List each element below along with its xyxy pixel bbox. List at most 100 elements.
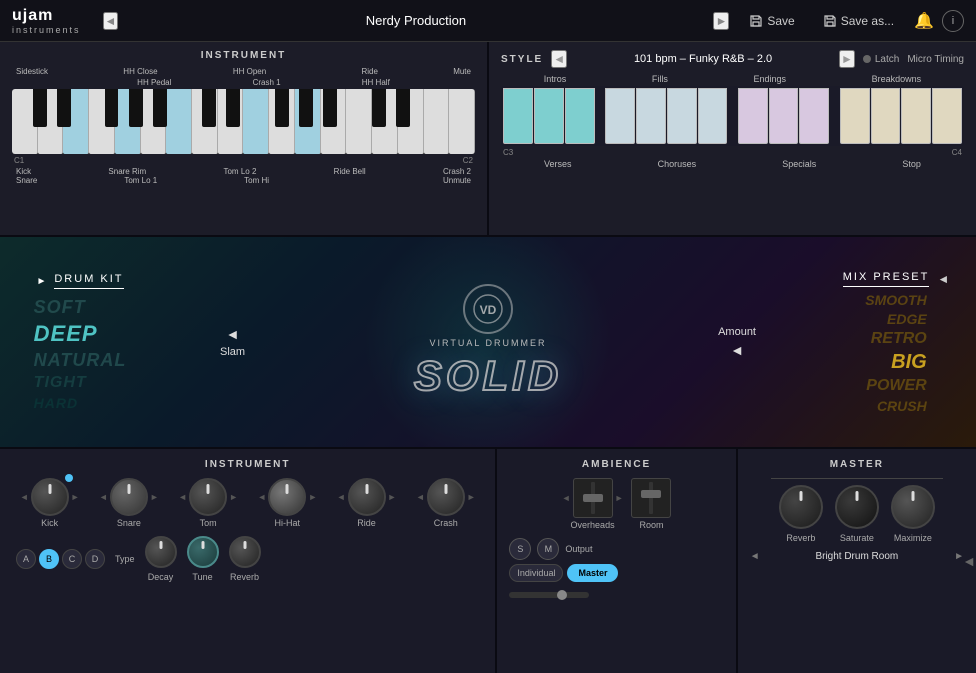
- save-button[interactable]: Save: [741, 10, 802, 32]
- tom-arrow-right[interactable]: ►: [229, 492, 238, 502]
- master-mode-button[interactable]: Master: [567, 564, 618, 582]
- inst-key-18[interactable]: [449, 89, 475, 154]
- master-reverb-knob[interactable]: [779, 485, 823, 529]
- inst-key-5[interactable]: [115, 89, 141, 154]
- info-icon[interactable]: i: [942, 10, 964, 32]
- style-key-4[interactable]: [605, 88, 635, 144]
- inst-key-3[interactable]: [63, 89, 89, 154]
- style-key-11[interactable]: [840, 88, 870, 144]
- amount-control[interactable]: Amount ◄: [718, 326, 756, 358]
- inst-key-7[interactable]: [166, 89, 192, 154]
- decay-knob[interactable]: [145, 536, 177, 568]
- kit-option-tight[interactable]: TIGHT: [34, 374, 87, 392]
- style-key-2[interactable]: [534, 88, 564, 144]
- inst-key-16[interactable]: [398, 89, 424, 154]
- ride-arrow-left[interactable]: ◄: [337, 492, 346, 502]
- snare-arrow-left[interactable]: ◄: [99, 492, 108, 502]
- crash-arrow-left[interactable]: ◄: [416, 492, 425, 502]
- inst-key-6[interactable]: [141, 89, 167, 154]
- hihat-knob[interactable]: [268, 478, 306, 516]
- reverb-preset-prev[interactable]: ◄: [750, 551, 760, 562]
- tom-knob[interactable]: [189, 478, 227, 516]
- style-next-button[interactable]: ►: [839, 50, 855, 68]
- hihat-arrow-right[interactable]: ►: [308, 492, 317, 502]
- inst-key-2[interactable]: [38, 89, 64, 154]
- mix-preset-section: MIX PRESET ◄ SMOOTH EDGE RETRO BIG POWER…: [836, 271, 956, 414]
- style-key-9[interactable]: [769, 88, 799, 144]
- style-prev-button[interactable]: ◄: [551, 50, 567, 68]
- inst-key-13[interactable]: [321, 89, 347, 154]
- save-as-button[interactable]: Save as...: [815, 10, 902, 32]
- kit-option-natural[interactable]: NATURAL: [34, 350, 127, 371]
- kick-knob[interactable]: [31, 478, 69, 516]
- mix-smooth[interactable]: SMOOTH: [865, 292, 926, 308]
- crash-knob[interactable]: [427, 478, 465, 516]
- output-fader-thumb[interactable]: [557, 590, 567, 600]
- inst-key-14[interactable]: [346, 89, 372, 154]
- master-saturate-knob[interactable]: [835, 485, 879, 529]
- style-key-3[interactable]: [565, 88, 595, 144]
- tune-knob[interactable]: [187, 536, 219, 568]
- inst-key-10[interactable]: [243, 89, 269, 154]
- style-key-12[interactable]: [871, 88, 901, 144]
- logo-instruments: instruments: [12, 25, 81, 35]
- style-key-8[interactable]: [738, 88, 768, 144]
- style-key-10[interactable]: [799, 88, 829, 144]
- ride-arrow-right[interactable]: ►: [388, 492, 397, 502]
- inst-key-9[interactable]: [218, 89, 244, 154]
- crash-arrow-right[interactable]: ►: [467, 492, 476, 502]
- latch-control[interactable]: Latch: [863, 54, 899, 65]
- mix-crush[interactable]: CRUSH: [877, 398, 927, 414]
- nav-next-button[interactable]: ►: [713, 12, 729, 30]
- inst-key-17[interactable]: [424, 89, 450, 154]
- style-key-7[interactable]: [698, 88, 728, 144]
- tom-arrow-left[interactable]: ◄: [178, 492, 187, 502]
- snare-label-bottom: Snare: [117, 518, 141, 528]
- style-key-5[interactable]: [636, 88, 666, 144]
- s-button[interactable]: S: [509, 538, 531, 560]
- inst-key-12[interactable]: [295, 89, 321, 154]
- inst-key-4[interactable]: [89, 89, 115, 154]
- style-key-13[interactable]: [901, 88, 931, 144]
- a-button[interactable]: A: [16, 549, 36, 569]
- inst-key-1[interactable]: [12, 89, 38, 154]
- nav-prev-button[interactable]: ◄: [103, 12, 119, 30]
- mix-edge[interactable]: EDGE: [887, 311, 927, 327]
- snare-arrow-right[interactable]: ►: [150, 492, 159, 502]
- output-fader[interactable]: [509, 592, 589, 598]
- style-keyboard[interactable]: [501, 86, 964, 146]
- style-key-1[interactable]: [503, 88, 533, 144]
- kick-arrow-left[interactable]: ◄: [20, 492, 29, 502]
- mix-big[interactable]: BIG: [891, 351, 927, 374]
- kit-option-deep[interactable]: DEEP: [34, 321, 98, 347]
- hihat-arrow-left[interactable]: ◄: [257, 492, 266, 502]
- snare-knob[interactable]: [110, 478, 148, 516]
- inst-key-8[interactable]: [192, 89, 218, 154]
- overheads-arrow-right[interactable]: ►: [615, 493, 624, 503]
- individual-button[interactable]: Individual: [509, 564, 563, 582]
- slam-control[interactable]: ◄ Slam: [220, 326, 245, 358]
- inst-key-15[interactable]: [372, 89, 398, 154]
- ride-knob[interactable]: [348, 478, 386, 516]
- kick-arrow-right[interactable]: ►: [71, 492, 80, 502]
- ride-label: Ride: [361, 67, 377, 76]
- reverb-knob-b[interactable]: [229, 536, 261, 568]
- overheads-arrow-left[interactable]: ◄: [562, 493, 571, 503]
- inst-key-11[interactable]: [269, 89, 295, 154]
- mix-power[interactable]: POWER: [866, 377, 926, 395]
- master-maximize-knob[interactable]: [891, 485, 935, 529]
- m-button[interactable]: M: [537, 538, 559, 560]
- b-button[interactable]: B: [39, 549, 59, 569]
- d-button[interactable]: D: [85, 549, 105, 569]
- mix-retro[interactable]: RETRO: [871, 330, 927, 348]
- c-button[interactable]: C: [62, 549, 82, 569]
- style-key-14[interactable]: [932, 88, 962, 144]
- style-key-6[interactable]: [667, 88, 697, 144]
- mix-preset-arrow[interactable]: ◄: [937, 272, 949, 286]
- kit-option-soft[interactable]: SOFT: [34, 297, 86, 318]
- notification-icon[interactable]: 🔔: [914, 11, 934, 31]
- kit-option-hard[interactable]: HARD: [34, 395, 78, 411]
- master-right-arrow[interactable]: ◄: [962, 553, 976, 569]
- instrument-keyboard[interactable]: [12, 89, 475, 154]
- drum-kit-arrow[interactable]: ►: [36, 276, 46, 287]
